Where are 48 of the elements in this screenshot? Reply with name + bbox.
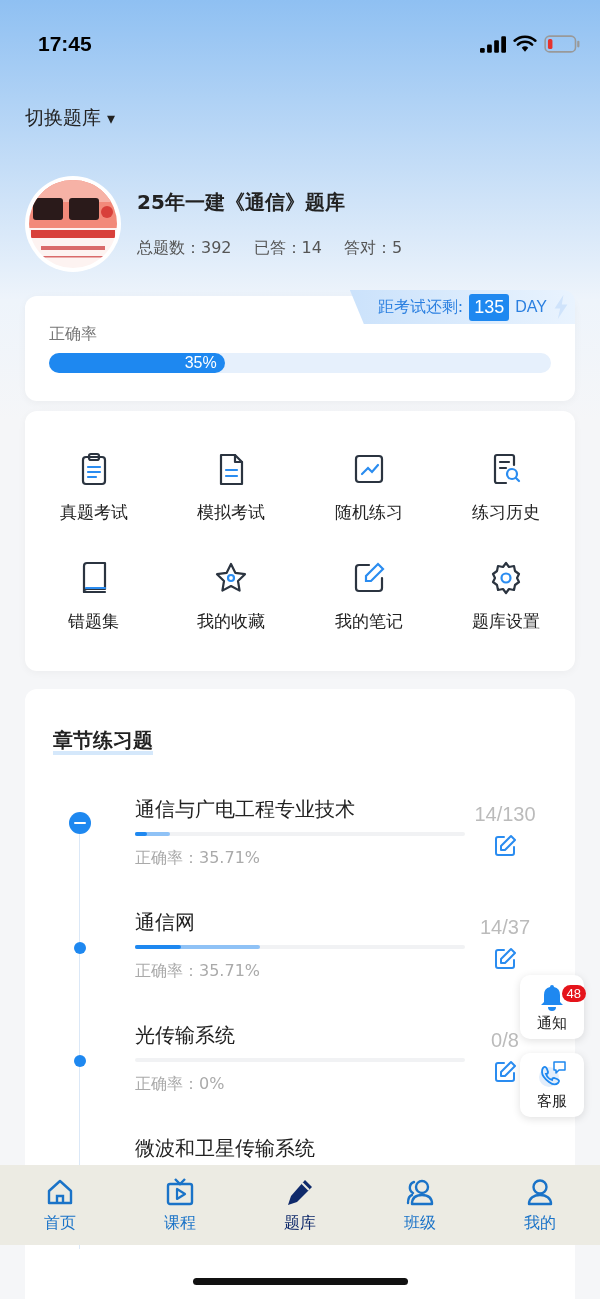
service-button[interactable]: 客服 <box>520 1053 584 1117</box>
tool-button[interactable]: 随机练习 <box>300 451 438 524</box>
tab-item[interactable]: 题库 <box>240 1165 360 1245</box>
count-badge: 48 <box>561 985 586 1002</box>
battery-icon <box>544 35 580 53</box>
chapter-title[interactable]: 通信与广电工程专业技术 <box>135 797 465 821</box>
tool-button[interactable]: 我的笔记 <box>300 560 438 633</box>
edit-icon[interactable] <box>493 834 517 858</box>
accuracy-text: 正确率：35.71% <box>135 848 261 869</box>
tool-button[interactable]: 真题考试 <box>25 451 163 524</box>
tool-button[interactable]: 错题集 <box>25 560 163 633</box>
stat-text: 已答：14 <box>253 238 322 259</box>
signal-icon <box>480 35 506 53</box>
tool-button[interactable]: 题库设置 <box>437 560 575 633</box>
countdown-days: 135 <box>469 293 510 321</box>
tab-item[interactable]: 课程 <box>120 1165 240 1245</box>
chapter-title[interactable]: 光传输系统 <box>135 1023 465 1047</box>
collapse-icon[interactable] <box>69 812 91 834</box>
phone-chat-icon <box>537 1059 567 1090</box>
edit-icon[interactable] <box>493 947 517 971</box>
wifi-icon <box>513 35 537 53</box>
countdown-ribbon: 距考试还剩: 135 DAY <box>349 290 575 324</box>
count-text: 14/37 <box>479 916 531 939</box>
bank-switch-button[interactable]: 切换题库 ▾ <box>25 105 116 131</box>
chapter-title[interactable]: 通信网 <box>135 910 465 934</box>
tab-item[interactable]: 我的 <box>480 1165 600 1245</box>
count-text: 0/8 <box>491 1029 519 1052</box>
stat-text: 答对：5 <box>343 238 403 259</box>
stat-text: 总题数：392 <box>137 238 232 259</box>
lightning-icon <box>553 294 569 320</box>
section-title: 章节练习题 <box>53 729 153 755</box>
accuracy-label: 正确率 <box>49 324 98 345</box>
bank-title: 25年一建《通信》题库 <box>137 189 346 216</box>
clock-time: 17:45 <box>38 32 92 56</box>
person-icon <box>525 1176 555 1207</box>
accuracy-text: 正确率：35.71% <box>135 961 261 982</box>
tv-icon <box>165 1176 195 1207</box>
tab-item[interactable]: 班级 <box>360 1165 480 1245</box>
tab-item[interactable]: 首页 <box>0 1165 120 1245</box>
chapter-title[interactable]: 微波和卫星传输系统 <box>135 1136 465 1160</box>
count-text: 14/130 <box>474 803 536 826</box>
accuracy-text: 正确率：0% <box>135 1074 226 1095</box>
progress-fill: 35% <box>49 353 225 373</box>
edit-icon[interactable] <box>493 1060 517 1084</box>
tool-button[interactable]: 模拟考试 <box>162 451 300 524</box>
notification-button[interactable]: 通知 48 <box>520 975 584 1039</box>
tool-button[interactable]: 我的收藏 <box>162 560 300 633</box>
tool-button[interactable]: 练习历史 <box>437 451 575 524</box>
